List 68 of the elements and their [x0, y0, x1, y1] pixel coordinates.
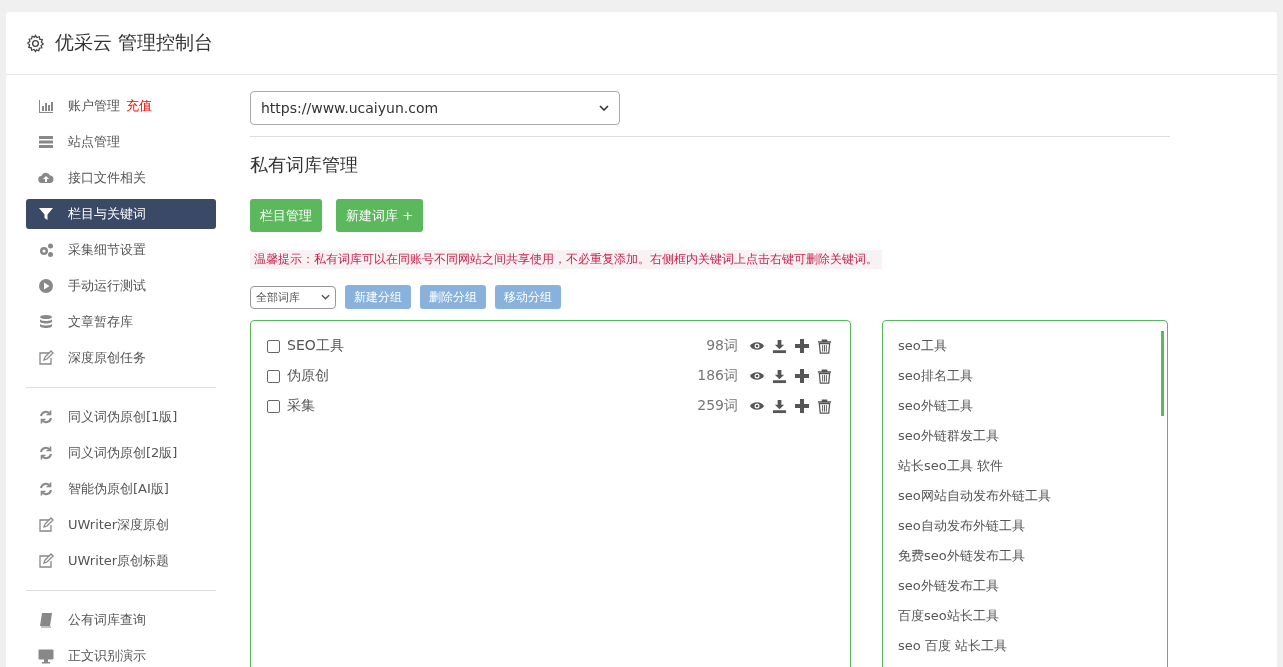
section-title: 私有词库管理 [250, 153, 359, 177]
sidebar-item[interactable]: 采集细节设置 [26, 235, 216, 265]
keyword-item[interactable]: seo网站自动发布外链工具 [898, 485, 1167, 515]
keyword-item[interactable]: 百度seo站长工具 [898, 605, 1167, 635]
library-name: 采集 [287, 397, 316, 415]
sidebar-item[interactable]: 栏目与关键词 [26, 199, 216, 229]
sidebar-item[interactable]: 深度原创任务 [26, 343, 216, 373]
word-count: 259词 [697, 397, 738, 415]
tip-text: 温馨提示：私有词库可以在同账号不同网站之间共享使用，不必重复添加。右侧框内关键词上点击右键可删除关键词。 [250, 250, 882, 269]
word-count: 98词 [706, 337, 738, 355]
edit-icon [38, 553, 54, 569]
keyword-item[interactable]: seo 百度 站长工具 [898, 635, 1167, 665]
sidebar-item[interactable]: 账户管理 充值 [26, 91, 216, 121]
chart-icon [38, 98, 54, 114]
sidebar-item[interactable]: 正文识别演示 [26, 641, 216, 667]
sidebar-item[interactable]: 站点管理 [26, 127, 216, 157]
db-icon [38, 314, 54, 330]
sidebar-item[interactable]: 手动运行测试 [26, 271, 216, 301]
checkbox[interactable] [267, 399, 280, 413]
download-icon[interactable] [772, 368, 787, 384]
refresh-icon [38, 445, 54, 461]
word-count: 186词 [697, 367, 738, 385]
edit-icon [38, 517, 54, 533]
scrollbar-thumb[interactable] [1161, 331, 1164, 416]
play-icon [38, 278, 54, 294]
keyword-item[interactable]: seo外链群发工具 [898, 425, 1167, 455]
keyword-item[interactable]: seo外链发布工具 [898, 575, 1167, 605]
console-title: 优采云 管理控制台 [55, 30, 214, 55]
site-select[interactable]: https://www.ucaiyun.com [250, 91, 620, 125]
sidebar-item[interactable]: 同义词伪原创[2版] [26, 438, 216, 468]
keyword-item[interactable]: seo排名工具 [898, 365, 1167, 395]
chevron-down-icon [599, 105, 609, 111]
cloud-icon [38, 170, 54, 186]
recharge-link[interactable]: 充值 [126, 97, 152, 115]
library-name: 伪原创 [287, 367, 330, 385]
library-name: SEO工具 [287, 337, 345, 355]
keyword-item[interactable]: seo自动发布外链工具 [898, 515, 1167, 545]
filter-icon [38, 206, 54, 222]
book-icon [38, 612, 54, 628]
library-select[interactable]: 全部词库 [250, 285, 336, 309]
checkbox[interactable] [267, 369, 280, 383]
trash-icon[interactable] [817, 368, 832, 384]
monitor-icon [38, 648, 54, 664]
plus-icon[interactable] [794, 338, 810, 354]
server-icon [38, 134, 54, 150]
refresh-icon [38, 409, 54, 425]
plus-icon[interactable] [794, 368, 810, 384]
sidebar-item[interactable]: UWriter原创标题 [26, 546, 216, 576]
sidebar-item[interactable]: 文章暂存库 [26, 307, 216, 337]
download-icon[interactable] [772, 338, 787, 354]
keyword-item[interactable]: 站长seo工具 软件 [898, 455, 1167, 485]
keyword-item[interactable]: seo外链工具 [898, 395, 1167, 425]
plus-icon[interactable] [794, 398, 810, 414]
trash-icon[interactable] [817, 398, 832, 414]
gear-icon [26, 33, 45, 53]
keyword-item[interactable]: seo工具 [898, 335, 1167, 365]
trash-icon[interactable] [817, 338, 832, 354]
refresh-icon [38, 481, 54, 497]
sidebar-item[interactable]: 接口文件相关 [26, 163, 216, 193]
sidebar-item[interactable]: 公有词库查询 [26, 605, 216, 635]
checkbox[interactable] [267, 339, 280, 353]
chevron-down-icon [321, 294, 330, 300]
edit-icon [38, 350, 54, 366]
sidebar-item[interactable]: 智能伪原创[AI版] [26, 474, 216, 504]
keyword-item[interactable]: 免费seo外链发布工具 [898, 545, 1167, 575]
download-icon[interactable] [772, 398, 787, 414]
sidebar-item[interactable]: 同义词伪原创[1版] [26, 402, 216, 432]
sidebar-item[interactable]: UWriter深度原创 [26, 510, 216, 540]
